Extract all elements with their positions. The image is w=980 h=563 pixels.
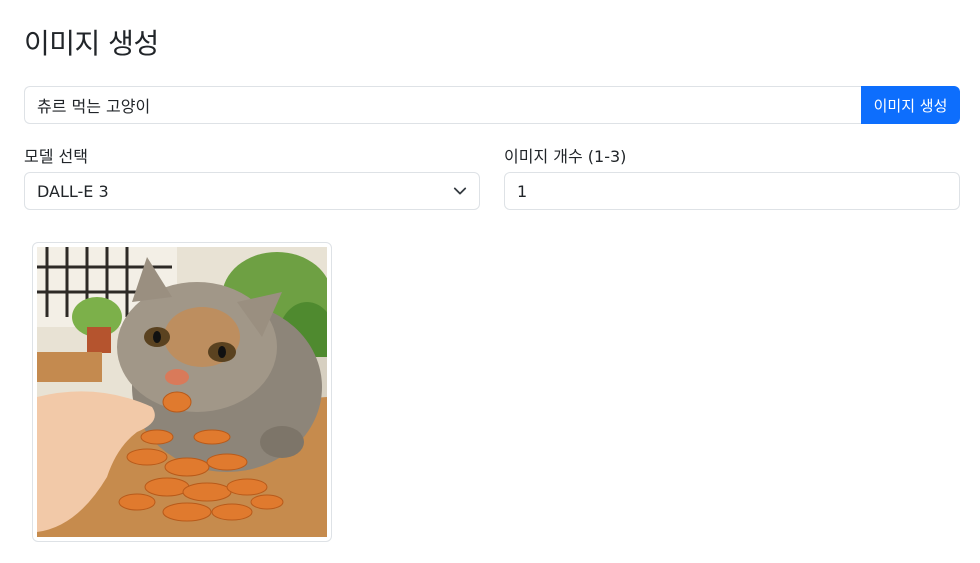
page-title: 이미지 생성 bbox=[24, 27, 159, 60]
model-select[interactable]: DALL-E 3 bbox=[24, 172, 480, 210]
image-count-input[interactable] bbox=[504, 172, 960, 210]
image-count-label: 이미지 개수 (1-3) bbox=[504, 147, 627, 166]
chevron-down-icon bbox=[453, 187, 467, 195]
prompt-row: 이미지 생성 bbox=[24, 86, 960, 124]
image-generation-page: 이미지 생성 이미지 생성 모델 선택 이미지 개수 (1-3) DALL-E … bbox=[0, 0, 980, 563]
prompt-input[interactable] bbox=[24, 86, 861, 124]
generated-image-card[interactable] bbox=[32, 242, 332, 542]
model-select-value: DALL-E 3 bbox=[37, 181, 109, 201]
generated-image bbox=[37, 247, 327, 537]
generate-image-button[interactable]: 이미지 생성 bbox=[861, 86, 960, 124]
model-select-label: 모델 선택 bbox=[24, 147, 88, 166]
